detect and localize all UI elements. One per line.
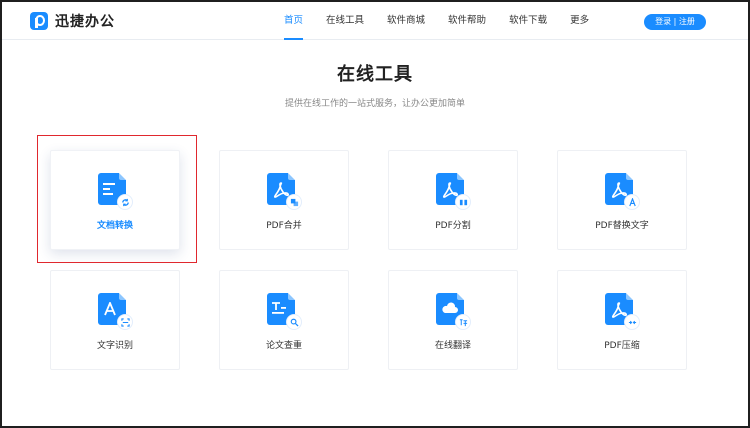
tool-card-pdf-replace-text[interactable]: PDF替换文字 [557,150,687,250]
tool-card-online-translate[interactable]: 在线翻译 [388,270,518,370]
tool-card-pdf-merge[interactable]: PDF合并 [219,150,349,250]
paper-check-icon [267,293,301,329]
tool-label: PDF替换文字 [595,221,649,231]
tool-card-pdf-split[interactable]: PDF分割 [388,150,518,250]
tool-label: 论文查重 [265,341,302,351]
nav-software-download[interactable]: 软件下载 [509,2,547,40]
tool-label: PDF分割 [435,221,471,231]
tool-label: PDF合并 [266,221,302,231]
tool-card-text-recognition[interactable]: 文字识别 [50,270,180,370]
pdf-split-icon [436,173,470,209]
login-register-button[interactable]: 登录 | 注册 [644,14,706,30]
pdf-merge-icon [267,173,301,209]
nav-online-tools[interactable]: 在线工具 [326,2,364,40]
selection-highlight-box [37,135,197,263]
nav-home[interactable]: 首页 [284,2,304,40]
top-header: 迅捷办公 首页 在线工具 软件商城 软件帮助 软件下载 更多 登录 | 注册 [2,2,748,40]
page-subtitle: 提供在线工作的一站式服务，让办公更加简单 [284,99,465,109]
nav-software-help[interactable]: 软件帮助 [448,2,486,40]
logo-icon [30,12,48,30]
pdf-compress-icon [605,293,639,329]
nav-more[interactable]: 更多 [570,2,589,40]
tool-label: 文字识别 [96,341,133,351]
tool-label: 在线翻译 [434,341,471,351]
text-recognition-icon [98,293,132,329]
main-nav: 首页 在线工具 软件商城 软件帮助 软件下载 更多 [284,2,612,40]
tool-label: PDF压缩 [604,341,640,351]
logo-text: 迅捷办公 [55,14,115,30]
online-translate-icon [436,293,470,329]
tool-card-paper-check[interactable]: 论文查重 [219,270,349,370]
brand-logo[interactable]: 迅捷办公 [30,11,115,31]
tool-card-pdf-compress[interactable]: PDF压缩 [557,270,687,370]
pdf-replace-text-icon [605,173,639,209]
nav-software-store[interactable]: 软件商城 [387,2,425,40]
page-title: 在线工具 [337,64,413,85]
